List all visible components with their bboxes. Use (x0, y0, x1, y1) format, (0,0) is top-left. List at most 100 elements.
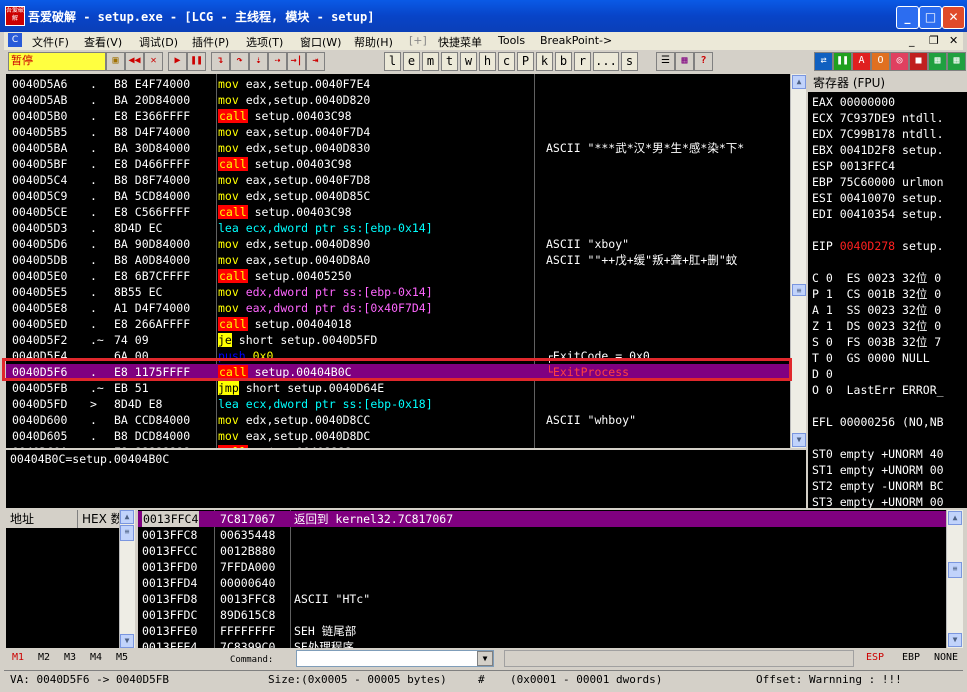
disasm-row[interactable]: 0040D605. B8 DCD84000 mov eax,setup.0040D8… (6, 428, 790, 444)
list-icon[interactable]: ☰ (656, 52, 675, 71)
menu-window[interactable]: 窗口(W) (300, 34, 341, 50)
register-line[interactable]: EBP 75C60000 urlmon (812, 174, 944, 190)
disasm-row[interactable]: 0040D5C4. B8 D8F74000 mov eax,setup.0040F7… (6, 172, 790, 188)
stack-row[interactable]: 0013FFD8 0013FFC8 ASCII "HTc" (138, 591, 946, 607)
open-icon[interactable]: ▣ (106, 52, 125, 71)
help-icon[interactable]: ? (694, 52, 713, 71)
menu-file[interactable]: 文件(F) (32, 34, 69, 50)
disasm-row[interactable]: 0040D5BA. BA 30D84000 mov edx,setup.0040D8… (6, 140, 790, 156)
dump-col-address[interactable]: 地址 (6, 510, 78, 528)
step-over-icon[interactable]: ↷ (230, 52, 249, 71)
scroll-down-icon[interactable]: ▼ (792, 433, 806, 447)
disasm-row[interactable]: 0040D5C9. BA 5CD84000 mov edx,setup.0040D8… (6, 188, 790, 204)
stack-pane[interactable]: 0013FFC4 7C817067 返回到 kernel32.7C817067 001… (138, 510, 946, 648)
stack-row[interactable]: 0013FFD4 00000640 (138, 575, 946, 591)
disasm-row[interactable]: 0040D5BF. E8 D466FFFF call setup.00403C98 (6, 156, 790, 172)
register-line[interactable]: EDI 00410354 setup. (812, 206, 944, 222)
plugin-pause-icon[interactable]: ❚❚ (833, 52, 852, 71)
memory-tab-m2[interactable]: M2 (38, 652, 50, 663)
menu-tools[interactable]: Tools (498, 34, 525, 47)
grid-icon[interactable]: ▦ (675, 52, 694, 71)
tool-r[interactable]: r (574, 52, 591, 71)
disasm-row[interactable]: 0040D5B0. E8 E366FFFF call setup.00403C98 (6, 108, 790, 124)
pause-icon[interactable]: ❚❚ (187, 52, 206, 71)
scroll-thumb[interactable]: ≡ (792, 284, 806, 296)
plugin-stop-icon[interactable]: ■ (909, 52, 928, 71)
stack-row[interactable]: 0013FFE0 FFFFFFFF SEH 链尾部 (138, 623, 946, 639)
disassembly-pane[interactable]: 0040D5A6. B8 E4F74000 mov eax,setup.0040F7… (6, 74, 806, 448)
stack-follow-ebp[interactable]: EBP (902, 652, 920, 663)
close-process-icon[interactable]: ✕ (144, 52, 163, 71)
mdi-restore-button[interactable]: ❐ (929, 34, 939, 47)
register-line[interactable]: ST1 empty +UNORM 00 (812, 462, 944, 478)
menu-shortcut[interactable]: 快捷菜单 (438, 34, 482, 50)
register-line[interactable]: A 1 SS 0023 32位 0 (812, 302, 941, 318)
stack-row[interactable]: 0013FFDC 89D615C8 (138, 607, 946, 623)
step-into-icon[interactable]: ↴ (211, 52, 230, 71)
memory-tab-m1[interactable]: M1 (12, 652, 24, 663)
menu-options[interactable]: 选项(T) (246, 34, 283, 50)
menu-plus[interactable]: [+] (409, 34, 427, 47)
register-line[interactable]: EAX 00000000 (812, 94, 895, 110)
close-button[interactable]: ✕ (942, 6, 965, 29)
memory-tab-m5[interactable]: M5 (116, 652, 128, 663)
disasm-row[interactable]: 0040D5DB. B8 A0D84000 mov eax,setup.0040D8… (6, 252, 790, 268)
disasm-row[interactable]: 0040D5D3. 8D4D EC lea ecx,dword ptr ss:[eb… (6, 220, 790, 236)
register-line[interactable]: ST3 empty +UNORM 00 (812, 494, 944, 508)
tool-c[interactable]: c (498, 52, 515, 71)
register-line[interactable]: ECX 7C937DE9 ntdll. (812, 110, 944, 126)
stack-follow-esp[interactable]: ESP (866, 652, 884, 663)
dump-scroll-up-icon[interactable]: ▲ (120, 510, 134, 524)
menu-view[interactable]: 查看(V) (84, 34, 122, 50)
disasm-row[interactable]: 0040D5E0. E8 6B7CFFFF call setup.00405250 (6, 268, 790, 284)
plugin-grid-icon[interactable]: ▦ (928, 52, 947, 71)
stack-row[interactable]: 0013FFC4 7C817067 返回到 kernel32.7C817067 (138, 511, 946, 527)
registers-pane[interactable]: 寄存器 (FPU) EAX 00000000 ECX 7C937DE9 ntdll… (808, 74, 967, 508)
memory-tab-m4[interactable]: M4 (90, 652, 102, 663)
stack-row[interactable]: 0013FFD0 7FFDA000 (138, 559, 946, 575)
disasm-row[interactable]: 0040D5B5. B8 D4F74000 mov eax,setup.0040F7… (6, 124, 790, 140)
command-dropdown-icon[interactable]: ▼ (477, 651, 493, 666)
register-line[interactable]: ESI 00410070 setup. (812, 190, 944, 206)
tool-t[interactable]: t (441, 52, 458, 71)
register-line[interactable]: D 0 (812, 366, 833, 382)
mdi-minimize-button[interactable]: _ (909, 34, 915, 47)
maximize-button[interactable]: □ (919, 6, 942, 29)
trace-over-icon[interactable]: ⇢ (268, 52, 287, 71)
minimize-button[interactable]: _ (896, 6, 919, 29)
disasm-row[interactable]: 0040D5ED. E8 266AFFFF call setup.00404018 (6, 316, 790, 332)
disasm-row[interactable]: 0040D600. BA CCD84000 mov edx,setup.0040D8… (6, 412, 790, 428)
register-line[interactable]: EIP 0040D278 setup. (812, 238, 944, 254)
command-input[interactable] (296, 650, 494, 667)
disasm-row[interactable]: 0040D5E5. 8B55 EC mov edx,dword ptr ss:[eb… (6, 284, 790, 300)
goto-icon[interactable]: ⇥ (306, 52, 325, 71)
disasm-row[interactable]: 0040D5D6. BA 90D84000 mov edx,setup.0040D8… (6, 236, 790, 252)
scroll-up-icon[interactable]: ▲ (792, 75, 806, 89)
tool-s[interactable]: s (621, 52, 638, 71)
disasm-row[interactable]: 0040D5AB. BA 20D84000 mov edx,setup.0040D8… (6, 92, 790, 108)
mdi-close-button[interactable]: ✕ (949, 34, 958, 47)
disasm-row[interactable]: 0040D5CE. E8 C566FFFF call setup.00403C98 (6, 204, 790, 220)
dump-scrollbar[interactable]: ▲ ≡ ▼ (119, 510, 135, 648)
stack-row[interactable]: 0013FFCC 0012B880 (138, 543, 946, 559)
menu-plugins[interactable]: 插件(P) (192, 34, 229, 50)
disasm-row[interactable]: 0040D5E8. A1 D4F74000 mov eax,dword ptr ds… (6, 300, 790, 316)
disasm-row[interactable]: 0040D5FB .~ EB 51 jmp short setup.0040D64E (6, 380, 790, 396)
plugin-grid2-icon[interactable]: ▦ (947, 52, 966, 71)
register-line[interactable]: T 0 GS 0000 NULL (812, 350, 930, 366)
register-line[interactable]: Z 1 DS 0023 32位 0 (812, 318, 941, 334)
register-line[interactable]: EBX 0041D2F8 setup. (812, 142, 944, 158)
stack-scroll-up-icon[interactable]: ▲ (948, 511, 962, 525)
plugin-target-icon[interactable]: ◎ (890, 52, 909, 71)
tool-m[interactable]: m (422, 52, 439, 71)
tool-h[interactable]: h (479, 52, 496, 71)
register-line[interactable]: EFL 00000256 (NO,NB (812, 414, 944, 430)
register-line[interactable]: ST2 empty -UNORM BC (812, 478, 944, 494)
stack-row[interactable]: 0013FFE4 7C8399C0 SE处理程序 (138, 639, 946, 648)
run-icon[interactable]: ▶ (168, 52, 187, 71)
stack-scrollbar[interactable]: ▲ ≡ ▼ (946, 510, 963, 648)
execute-till-return-icon[interactable]: →| (287, 52, 306, 71)
register-line[interactable]: EDX 7C99B178 ntdll. (812, 126, 944, 142)
stack-follow-none[interactable]: NONE (934, 652, 958, 663)
tool-more[interactable]: ... (593, 52, 619, 71)
